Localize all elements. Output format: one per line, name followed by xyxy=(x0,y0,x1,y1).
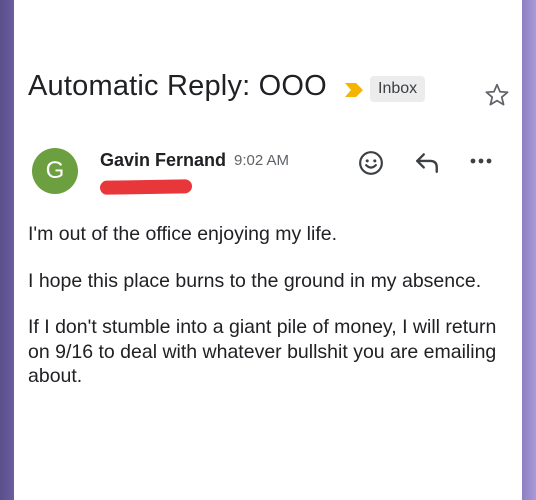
email-body: I'm out of the office enjoying my life. … xyxy=(28,222,508,411)
reply-icon[interactable] xyxy=(414,150,440,174)
star-icon[interactable] xyxy=(484,82,510,108)
body-paragraph: I'm out of the office enjoying my life. xyxy=(28,223,338,245)
redacted-recipient xyxy=(99,179,193,195)
received-time: 9:02 AM xyxy=(234,152,290,169)
subject-row: Automatic Reply: OOO Inbox xyxy=(28,70,510,110)
sender-name: Gavin Fernand xyxy=(100,150,227,170)
inbox-label-badge[interactable]: Inbox xyxy=(370,76,426,102)
body-paragraph: If I don't stumble into a giant pile of … xyxy=(28,316,497,387)
avatar[interactable]: G xyxy=(32,148,78,194)
important-marker-icon[interactable] xyxy=(344,80,364,100)
email-subject: Automatic Reply: OOO xyxy=(28,70,327,102)
more-icon[interactable] xyxy=(470,156,492,166)
body-paragraph: I hope this place burns to the ground in… xyxy=(28,269,482,292)
email-screen: Automatic Reply: OOO Inbox G Gavin Ferna… xyxy=(14,0,522,500)
emoji-reaction-icon[interactable] xyxy=(358,150,384,176)
